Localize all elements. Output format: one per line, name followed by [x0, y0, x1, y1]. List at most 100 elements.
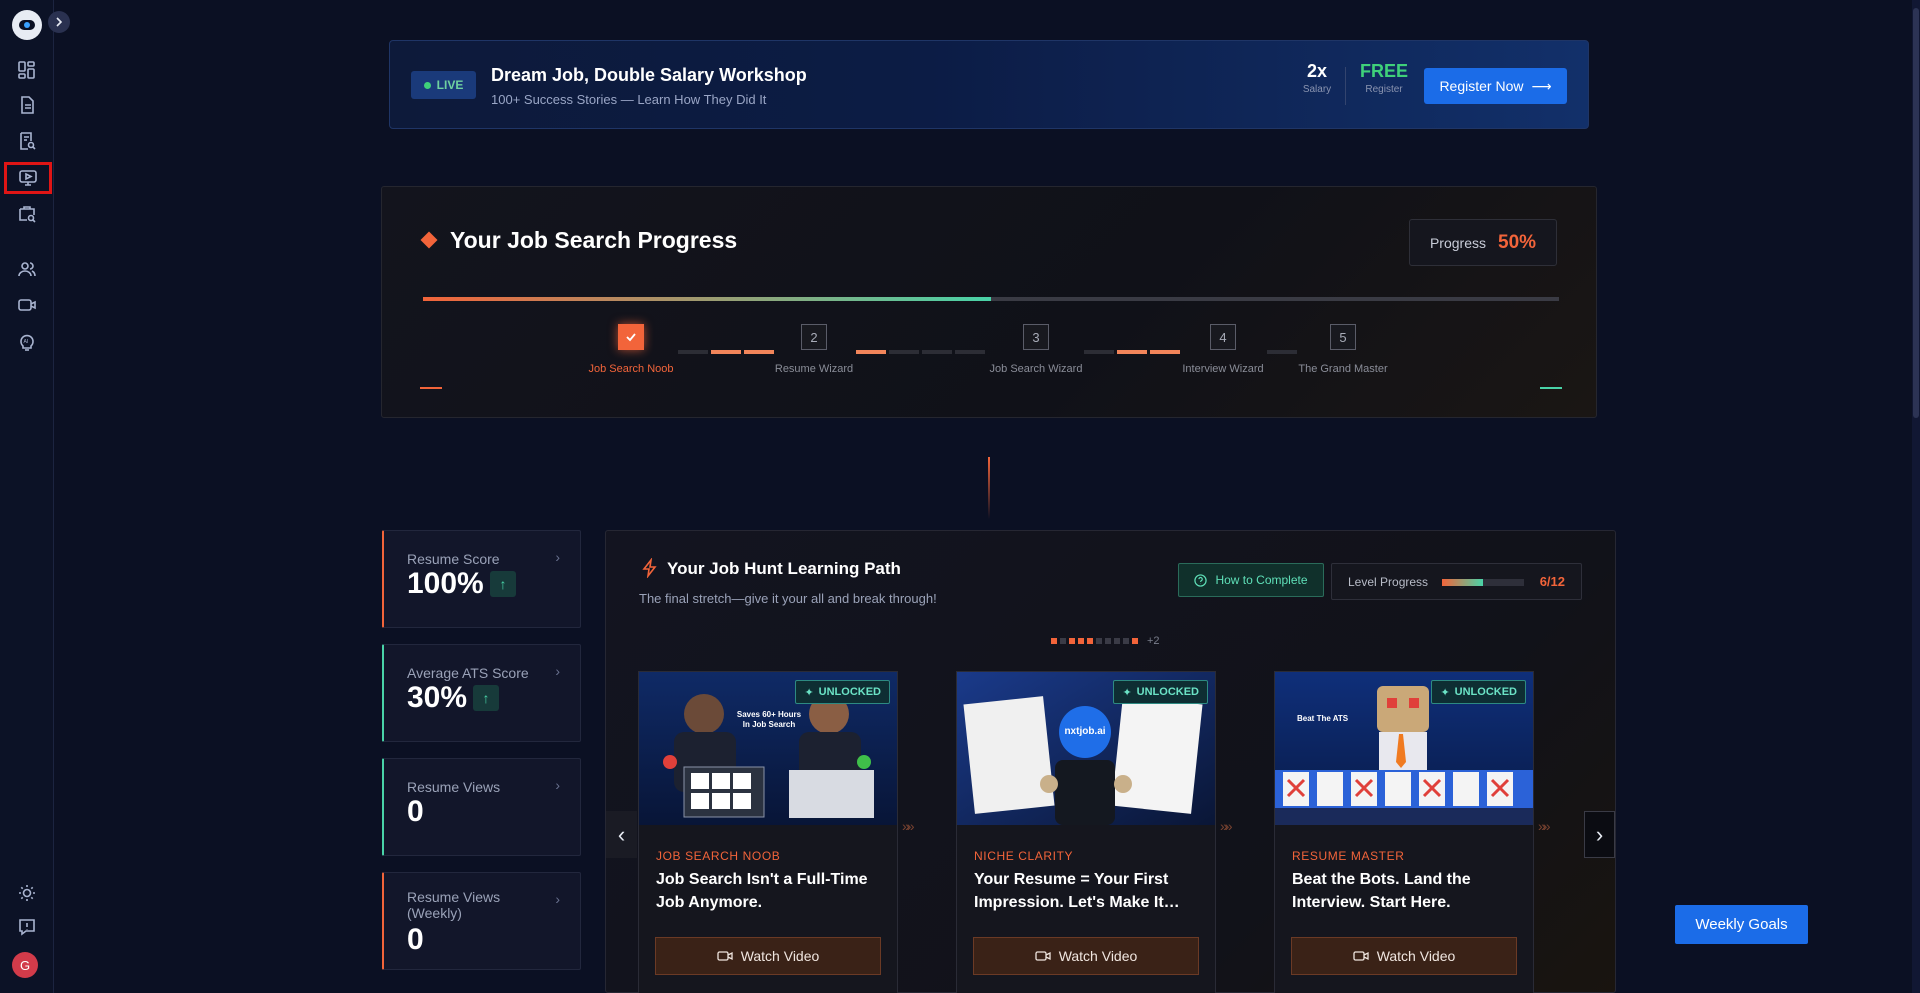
theme-sun-icon[interactable] — [14, 880, 40, 906]
carousel-dot[interactable] — [1132, 638, 1138, 644]
corner-accent — [420, 387, 442, 389]
step-segment — [955, 350, 985, 354]
app-logo[interactable] — [12, 10, 42, 40]
carousel-dot[interactable] — [1105, 638, 1111, 644]
unlocked-label: UNLOCKED — [818, 686, 881, 698]
connector-line — [988, 457, 990, 519]
live-dot-icon — [423, 81, 431, 89]
watch-video-button[interactable]: Watch Video — [655, 937, 881, 975]
scrollbar-thumb[interactable] — [1913, 8, 1919, 418]
watch-video-button[interactable]: Watch Video — [973, 937, 1199, 975]
resume-search-icon[interactable] — [14, 128, 40, 154]
resume-views-card[interactable]: Resume Views › 0 — [382, 758, 581, 856]
chevron-right-icon — [56, 17, 63, 27]
unlocked-label: UNLOCKED — [1454, 686, 1517, 698]
carousel-dot[interactable] — [1087, 638, 1093, 644]
sidebar: AI G — [0, 0, 54, 993]
free-stat-label: Register — [1365, 84, 1403, 95]
unlocked-badge: ✦ UNLOCKED — [1431, 680, 1526, 704]
how-to-complete-label: How to Complete — [1215, 573, 1308, 587]
users-icon[interactable] — [14, 256, 40, 282]
video-monitor-icon[interactable] — [4, 162, 52, 194]
arrow-right-icon: ⟶ — [1531, 77, 1552, 94]
ats-score-card[interactable]: Average ATS Score › 30% ↑ — [382, 644, 581, 742]
step-3-label: Job Search Wizard — [989, 363, 1083, 375]
carousel-dot[interactable] — [1123, 638, 1129, 644]
carousel-prev-button[interactable]: ‹ — [606, 811, 637, 858]
carousel-dot[interactable] — [1114, 638, 1120, 644]
video-card[interactable]: ✦ UNLOCKED Saves 60+ Hours In Job Search… — [638, 671, 898, 993]
weekly-goals-button[interactable]: Weekly Goals — [1675, 905, 1808, 944]
video-thumbnail[interactable]: ✦ UNLOCKED nxtjob.ai — [957, 672, 1215, 825]
step-2-box[interactable]: 2 — [801, 324, 827, 350]
sparkle-icon: ✦ — [1122, 686, 1132, 699]
document-icon[interactable] — [14, 92, 40, 118]
step-segment — [922, 350, 952, 354]
watch-video-button[interactable]: Watch Video — [1291, 937, 1517, 975]
level-progress-fill — [1442, 579, 1483, 586]
stat-title: Resume Score — [407, 551, 500, 567]
carousel-dot[interactable] — [1069, 638, 1075, 644]
carousel-dot[interactable] — [1078, 638, 1084, 644]
progress-pill-label: Progress — [1429, 234, 1486, 251]
step-segment — [889, 350, 919, 354]
progress-track — [423, 297, 1559, 301]
step-3-box[interactable]: 3 — [1023, 324, 1049, 350]
carousel-more-count: +2 — [1147, 635, 1160, 647]
video-camera-icon — [717, 951, 733, 961]
video-card[interactable]: ✦ UNLOCKED nxtjob.ai NICHE CLARITY Your … — [956, 671, 1216, 993]
video-card[interactable]: ✦ UNLOCKED Beat The ATS RESUME MASTER Be… — [1274, 671, 1534, 993]
resume-views-weekly-card[interactable]: Resume Views (Weekly) › 0 — [382, 872, 581, 970]
carousel-dot[interactable] — [1060, 638, 1066, 644]
thumbnail-caption: Beat The ATS — [1297, 714, 1349, 723]
salary-stat-label: Salary — [1302, 84, 1332, 95]
learning-path-subtitle: The final stretch—give it your all and b… — [639, 591, 937, 606]
step-2-label: Resume Wizard — [774, 363, 854, 375]
carousel-next-button[interactable]: › — [1584, 811, 1615, 858]
step-5-box[interactable]: 5 — [1330, 324, 1356, 350]
video-camera-icon[interactable] — [14, 292, 40, 318]
banner-title: Dream Job, Double Salary Workshop — [491, 65, 807, 85]
job-search-icon[interactable] — [14, 201, 40, 227]
chevron-right-icon: › — [555, 777, 560, 793]
chevrons-right-icon: »» — [1538, 818, 1550, 834]
step-4-box[interactable]: 4 — [1210, 324, 1236, 350]
resume-score-card[interactable]: Resume Score › 100% ↑ — [382, 530, 581, 628]
expand-sidebar-button[interactable] — [48, 11, 70, 33]
sparkle-icon: ✦ — [804, 686, 814, 699]
level-progress-track — [1442, 579, 1524, 586]
salary-stat: 2x Salary — [1295, 61, 1339, 95]
chevron-right-icon: › — [555, 549, 560, 565]
video-thumbnail[interactable]: ✦ UNLOCKED Saves 60+ Hours In Job Search — [639, 672, 897, 825]
chevron-right-icon: › — [555, 891, 560, 907]
page-scrollbar[interactable] — [1912, 0, 1920, 993]
help-icon[interactable] — [14, 914, 40, 940]
video-thumbnail[interactable]: ✦ UNLOCKED Beat The ATS — [1275, 672, 1533, 825]
svg-text:AI: AI — [24, 339, 29, 345]
step-1-box[interactable] — [618, 324, 644, 350]
dashboard-icon[interactable] — [14, 57, 40, 83]
register-now-label: Register Now — [1439, 78, 1524, 94]
level-progress-label: Level Progress — [1348, 575, 1429, 589]
stat-value: 0 — [407, 923, 424, 956]
how-to-complete-button[interactable]: How to Complete — [1178, 563, 1324, 597]
stat-title: Average ATS Score — [407, 665, 529, 681]
step-segment — [711, 350, 741, 354]
thumbnail-caption: nxtjob.ai — [1064, 726, 1106, 737]
unlocked-badge: ✦ UNLOCKED — [1113, 680, 1208, 704]
salary-stat-value: 2x — [1306, 61, 1328, 81]
free-stat-value: FREE — [1359, 61, 1408, 81]
avatar[interactable]: G — [12, 952, 38, 978]
stat-value: 0 — [407, 795, 424, 828]
carousel-dot[interactable] — [1051, 638, 1057, 644]
step-4-label: Interview Wizard — [1182, 363, 1264, 375]
step-1-label: Job Search Noob — [588, 363, 674, 375]
carousel-dot[interactable] — [1096, 638, 1102, 644]
level-progress-value: 6/12 — [1539, 574, 1565, 589]
logo-eye-icon — [19, 20, 35, 30]
video-camera-icon — [1353, 951, 1369, 961]
ai-bulb-icon[interactable]: AI — [14, 329, 40, 355]
free-stat: FREE Register — [1358, 61, 1410, 95]
register-now-button[interactable]: Register Now ⟶ — [1424, 68, 1567, 104]
watch-video-label: Watch Video — [740, 948, 820, 964]
